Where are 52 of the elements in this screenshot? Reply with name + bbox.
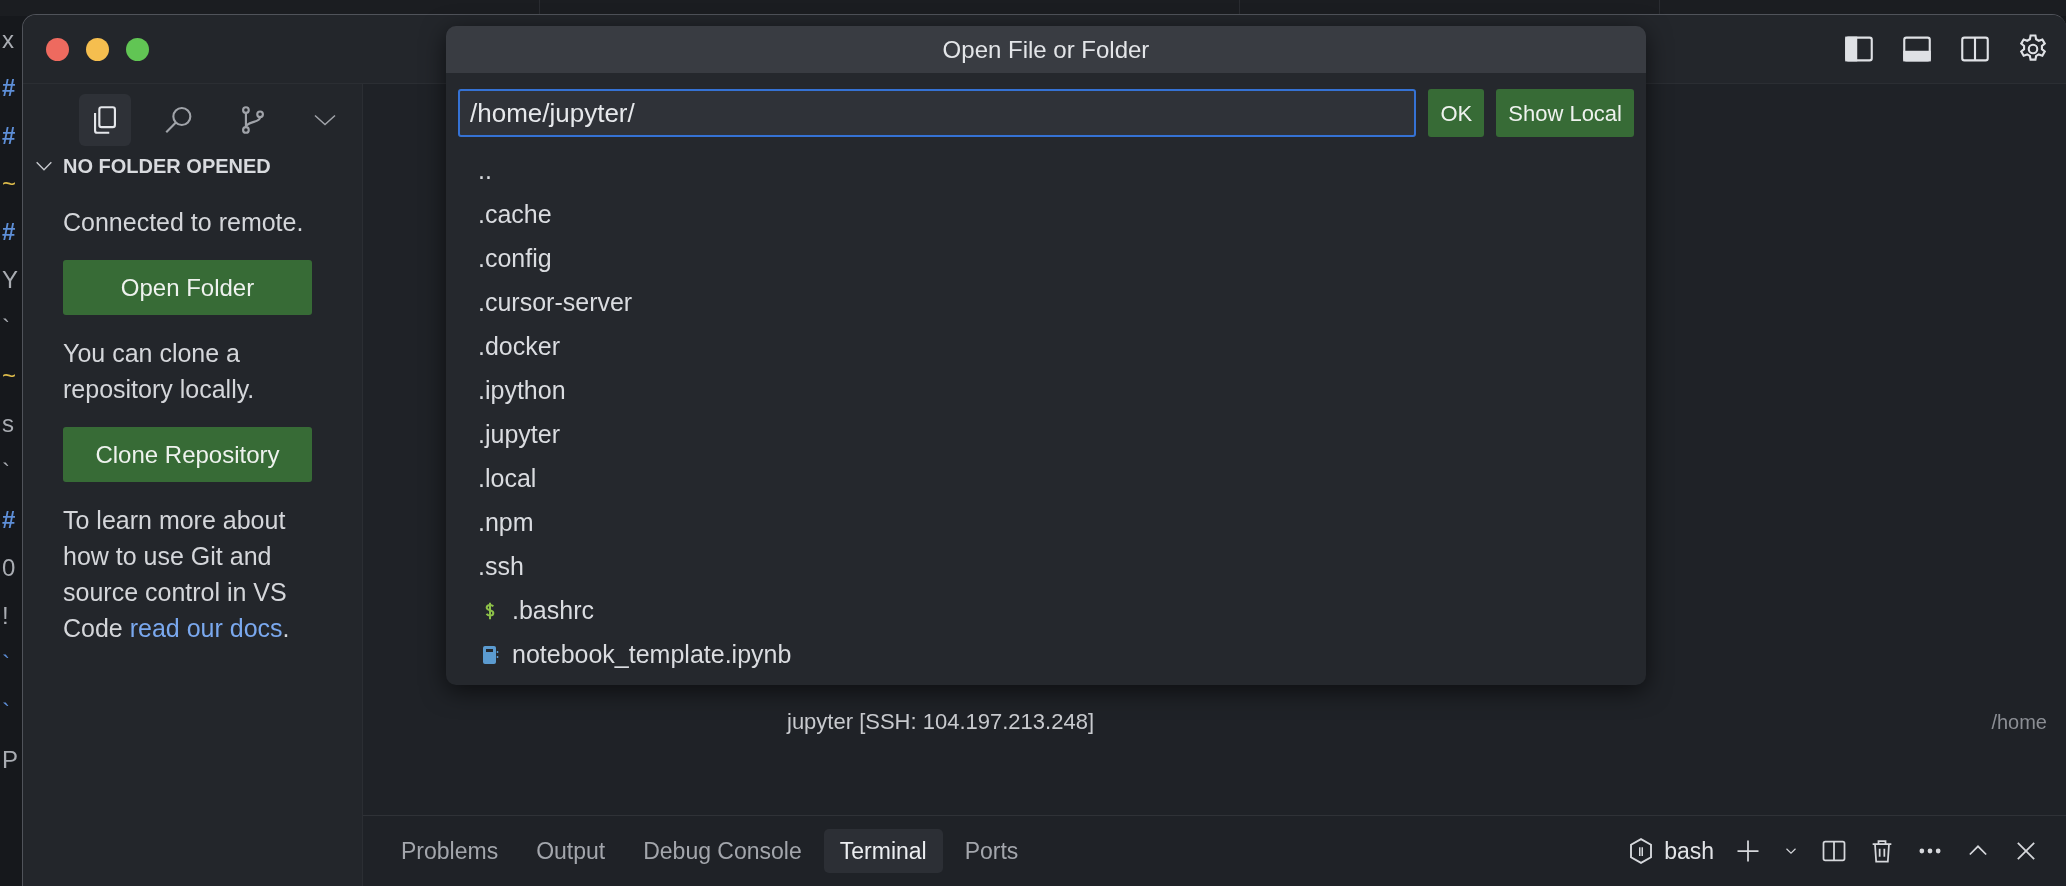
panel-tab[interactable]: Output — [520, 829, 622, 873]
activity-tab[interactable] — [79, 93, 131, 146]
action-button[interactable]: Clone Repository — [63, 427, 312, 482]
file-list-item[interactable]: .npm — [446, 501, 1646, 545]
panel-tab[interactable]: Ports — [948, 829, 1035, 873]
file-list-item[interactable]: .config — [446, 237, 1646, 281]
code-fragment: ` — [2, 649, 10, 679]
code-fragment: ` — [2, 697, 10, 727]
file-list-item[interactable]: .docker — [446, 325, 1646, 369]
maximize-button[interactable] — [126, 37, 149, 61]
code-fragment: ` — [2, 457, 10, 487]
code-fragment: ~ — [2, 361, 16, 391]
recent-item-path: /home — [1991, 709, 2047, 735]
chevron-down-icon[interactable] — [313, 112, 337, 127]
file-list-item[interactable]: .ssh — [446, 545, 1646, 589]
code-fragment: # — [2, 505, 16, 535]
terminal-name[interactable]: bash — [1664, 833, 1714, 869]
file-list-item[interactable]: .ipython — [446, 369, 1646, 413]
minimize-button[interactable] — [86, 37, 109, 61]
file-list-item[interactable]: .bashrc — [446, 589, 1646, 633]
dialog-title: Open File or Folder — [942, 34, 1150, 65]
file-list-item[interactable]: .local — [446, 457, 1646, 501]
close-button[interactable] — [46, 37, 69, 61]
action-button[interactable]: Open Folder — [63, 260, 312, 315]
file-list-item[interactable]: .cache — [446, 193, 1646, 237]
section-title: NO FOLDER OPENED — [63, 154, 271, 179]
code-fragment: # — [2, 73, 16, 103]
code-fragment: P — [2, 745, 18, 775]
code-fragment: # — [2, 217, 16, 247]
code-fragment: ! — [2, 601, 9, 631]
path-input-field[interactable]: /home/jupyter/ — [458, 89, 1417, 137]
file-list-item[interactable]: notebook_template.ipynb — [446, 633, 1646, 677]
docs-link[interactable]: read our docs — [129, 614, 283, 642]
info-text: You can clone a repository locally. — [63, 338, 256, 405]
code-fragment: # — [2, 121, 16, 151]
file-list-item[interactable]: .cursor-server — [446, 281, 1646, 325]
code-fragment: s — [2, 409, 14, 439]
info-text: To learn more about how to use Git and source control in VS Code read our docs. — [63, 505, 291, 644]
code-fragment: ~ — [2, 169, 16, 199]
code-fragment: Y — [2, 265, 18, 295]
dialog-button[interactable]: OK — [1428, 89, 1485, 137]
code-fragment: 0 — [2, 553, 16, 583]
file-list-item[interactable]: .jupyter — [446, 413, 1646, 457]
info-text: Connected to remote. — [63, 207, 305, 238]
panel-tab[interactable]: Terminal — [823, 829, 943, 873]
code-fragment: x — [2, 25, 14, 55]
file-list-item[interactable]: .. — [446, 149, 1646, 193]
panel-tab[interactable]: Problems — [385, 829, 515, 873]
recent-item-name[interactable]: jupyter [SSH: 104.197.213.248] — [787, 705, 1094, 738]
code-fragment: ` — [2, 313, 10, 343]
dialog-button[interactable]: Show Local — [1496, 89, 1634, 137]
panel-tab[interactable]: Debug Console — [627, 829, 818, 873]
